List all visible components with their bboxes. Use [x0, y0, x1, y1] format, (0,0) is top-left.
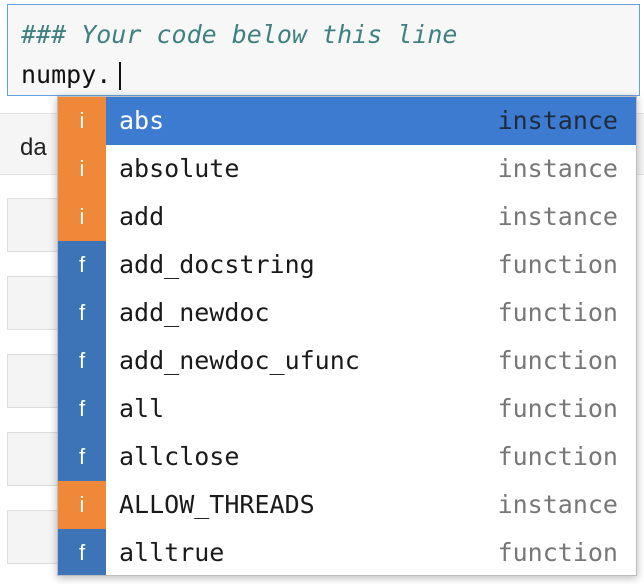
completion-type: function: [497, 250, 618, 279]
completion-type: instance: [497, 202, 618, 231]
completion-label: add_newdoc_ufunc: [119, 346, 360, 375]
completion-item[interactable]: f all function: [58, 385, 636, 433]
completion-type: instance: [497, 106, 618, 135]
completion-type: function: [497, 442, 618, 471]
code-input-line[interactable]: numpy.: [21, 59, 111, 91]
completion-item[interactable]: f alltrue function: [58, 529, 636, 575]
completion-item[interactable]: f add_docstring function: [58, 241, 636, 289]
function-icon: f: [58, 529, 106, 575]
function-icon: f: [58, 289, 106, 337]
instance-icon: i: [58, 193, 106, 241]
completion-item[interactable]: f add_newdoc_ufunc function: [58, 337, 636, 385]
instance-icon: i: [58, 481, 106, 529]
completion-item[interactable]: i add instance: [58, 193, 636, 241]
completion-popup[interactable]: i abs instance i absolute instance i add…: [57, 96, 637, 576]
completion-item[interactable]: i absolute instance: [58, 145, 636, 193]
text-cursor: [119, 62, 121, 90]
completion-item[interactable]: i ALLOW_THREADS instance: [58, 481, 636, 529]
completion-item[interactable]: f add_newdoc function: [58, 289, 636, 337]
completion-label: alltrue: [119, 538, 225, 567]
completion-label: abs: [119, 106, 165, 135]
code-comment: ### Your code below this line: [21, 20, 458, 49]
code-cell-editor[interactable]: ### Your code below this line numpy.: [7, 4, 640, 96]
completion-label: add: [119, 202, 165, 231]
function-icon: f: [58, 385, 106, 433]
completion-type: instance: [497, 154, 618, 183]
function-icon: f: [58, 241, 106, 289]
completion-label: ALLOW_THREADS: [119, 490, 315, 519]
completion-item[interactable]: i abs instance: [58, 97, 636, 145]
instance-icon: i: [58, 97, 106, 145]
completion-label: all: [119, 394, 165, 423]
instance-icon: i: [58, 145, 106, 193]
function-icon: f: [58, 337, 106, 385]
completion-type: function: [497, 298, 618, 327]
completion-item[interactable]: f allclose function: [58, 433, 636, 481]
completion-label: add_newdoc: [119, 298, 270, 327]
completion-type: function: [497, 538, 618, 567]
partial-text: da: [20, 134, 47, 161]
completion-label: absolute: [119, 154, 240, 183]
completion-label: allclose: [119, 442, 240, 471]
completion-label: add_docstring: [119, 250, 315, 279]
completion-type: function: [497, 346, 618, 375]
completion-type: function: [497, 394, 618, 423]
completion-type: instance: [497, 490, 618, 519]
function-icon: f: [58, 433, 106, 481]
